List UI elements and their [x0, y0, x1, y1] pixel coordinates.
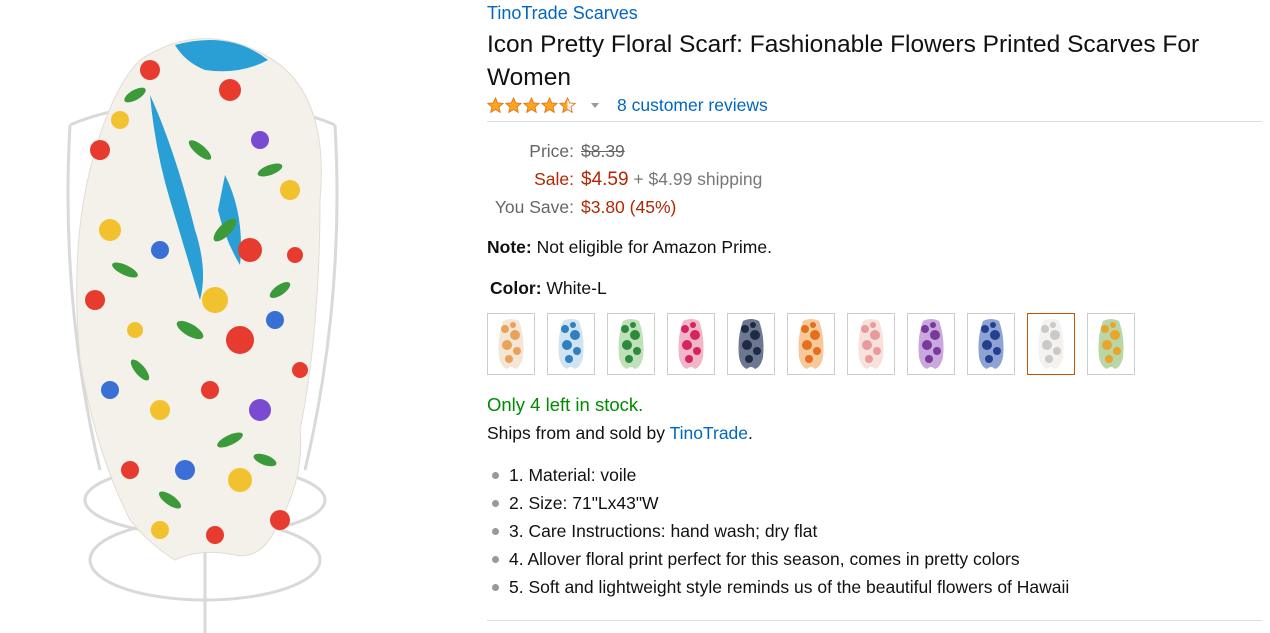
chevron-down-icon[interactable] — [591, 102, 599, 108]
color-swatch[interactable] — [607, 313, 655, 375]
sale-price-value: $4.59 — [581, 169, 629, 190]
scarf-thumbnail-icon — [498, 319, 524, 369]
scarf-thumbnail-icon — [678, 319, 704, 369]
scarf-thumbnail-icon — [978, 319, 1004, 369]
scarf-thumbnail-icon — [558, 319, 584, 369]
feature-bullet: 3. Care Instructions: hand wash; dry fla… — [492, 517, 1069, 545]
scarf-thumbnail-icon — [858, 319, 884, 369]
star-icon — [559, 96, 576, 113]
brand-link[interactable]: TinoTrade Scarves — [487, 3, 638, 24]
note-label: Note: — [487, 237, 532, 257]
scarf-thumbnail-icon — [618, 319, 644, 369]
list-price-value: $8.39 — [581, 141, 625, 161]
scarf-thumbnail-icon — [1038, 319, 1064, 369]
divider — [487, 121, 1262, 122]
feature-bullets: 1. Material: voile 2. Size: 71"Lx43"W 3.… — [492, 461, 1069, 601]
scarf-thumbnail-icon — [738, 319, 764, 369]
feature-bullet: 4. Allover floral print perfect for this… — [492, 545, 1069, 573]
feature-bullet: 1. Material: voile — [492, 461, 1069, 489]
color-swatches — [487, 313, 1147, 375]
star-icon — [505, 96, 522, 113]
sale-price-label: Sale: — [534, 169, 574, 189]
star-icon — [523, 96, 540, 113]
note-text: Not eligible for Amazon Prime. — [531, 237, 772, 257]
feature-bullet: 2. Size: 71"Lx43"W — [492, 489, 1069, 517]
you-save-label: You Save: — [494, 197, 574, 217]
color-swatch[interactable] — [1027, 313, 1075, 375]
product-title: Icon Pretty Floral Scarf: Fashionable Fl… — [487, 31, 1200, 91]
scarf-thumbnail-icon — [798, 319, 824, 369]
list-price-label: Price: — [529, 141, 574, 161]
rating-row: 8 customer reviews — [487, 94, 768, 116]
sale-price-group: $4.59 + $4.99 shipping — [581, 169, 762, 191]
ships-prefix: Ships from and sold by — [487, 423, 670, 443]
you-save-value: $3.80 (45%) — [581, 197, 677, 217]
ships-suffix: . — [748, 423, 753, 443]
sale-price-row: Sale: $4.59 + $4.99 shipping — [487, 169, 1087, 197]
color-selection: Color: White-L — [490, 278, 607, 299]
color-swatch[interactable] — [487, 313, 535, 375]
color-label: Color: — [490, 278, 542, 298]
star-rating[interactable] — [487, 96, 577, 114]
color-swatch[interactable] — [967, 313, 1015, 375]
scarf-on-mannequin-image — [66, 38, 339, 633]
you-save-row: You Save: $3.80 (45%) — [487, 197, 1087, 225]
scarf-thumbnail-icon — [918, 319, 944, 369]
shipping-cost: + $4.99 shipping — [633, 169, 763, 189]
color-swatch[interactable] — [667, 313, 715, 375]
color-value: White-L — [541, 278, 607, 298]
color-swatch[interactable] — [907, 313, 955, 375]
feature-bullet: 5. Soft and lightweight style reminds us… — [492, 573, 1069, 601]
ships-from: Ships from and sold by TinoTrade. — [487, 423, 753, 444]
scarf-thumbnail-icon — [1098, 319, 1124, 369]
customer-reviews-link[interactable]: 8 customer reviews — [617, 95, 768, 116]
star-icon — [487, 96, 504, 113]
color-swatch[interactable] — [787, 313, 835, 375]
list-price-row: Price: $8.39 — [487, 141, 1087, 169]
color-swatch[interactable] — [847, 313, 895, 375]
seller-link[interactable]: TinoTrade — [670, 423, 748, 443]
color-swatch[interactable] — [547, 313, 595, 375]
divider — [487, 620, 1262, 621]
product-image[interactable] — [0, 0, 470, 633]
color-swatch[interactable] — [1087, 313, 1135, 375]
color-swatch[interactable] — [727, 313, 775, 375]
stock-status: Only 4 left in stock. — [487, 394, 644, 415]
star-icon — [541, 96, 558, 113]
prime-note: Note: Not eligible for Amazon Prime. — [487, 237, 772, 258]
